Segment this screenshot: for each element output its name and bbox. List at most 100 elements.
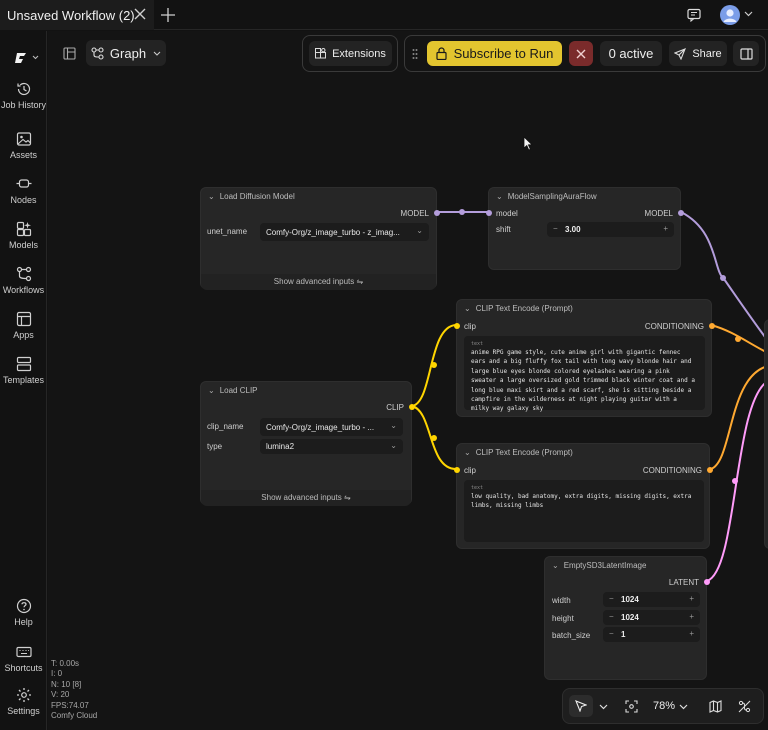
- apps-icon: [16, 311, 31, 327]
- node-title: ModelSamplingAuraFlow: [507, 192, 597, 201]
- type-select[interactable]: lumina2 ⌄: [260, 439, 403, 454]
- user-icon: [723, 9, 737, 22]
- minimap-icon[interactable]: [709, 700, 722, 713]
- node-model-sampling-auraflow[interactable]: ⌄ ModelSamplingAuraFlow model MODEL shift…: [486, 187, 684, 270]
- minus-icon[interactable]: −: [609, 612, 614, 621]
- close-icon: [576, 49, 586, 58]
- minus-icon[interactable]: −: [609, 594, 614, 603]
- plus-icon[interactable]: +: [689, 594, 694, 603]
- sidebar-item-label: Assets: [9, 150, 37, 160]
- sidebar-item-help[interactable]: Help: [0, 598, 47, 627]
- plus-icon[interactable]: [160, 7, 176, 23]
- clip-output-slot[interactable]: [409, 404, 415, 410]
- batch-size-stepper[interactable]: − 1 +: [603, 627, 700, 642]
- clip-input-slot[interactable]: [454, 323, 460, 329]
- unet-name-select[interactable]: Comfy-Org/z_image_turbo - z_imag... ⌄: [260, 223, 429, 241]
- panel-toggle[interactable]: [58, 41, 80, 65]
- chevron-down-icon: ⌄: [390, 421, 397, 430]
- model-output-slot[interactable]: [434, 210, 440, 216]
- sidebar-item-templates[interactable]: Templates: [0, 356, 47, 385]
- sidebar-item-apps[interactable]: Apps: [0, 311, 47, 340]
- chevron-down-icon[interactable]: ⌄: [464, 448, 471, 457]
- sidebar-item-label: Models: [8, 240, 38, 250]
- send-icon: [674, 47, 687, 60]
- node-title: CLIP Text Encode (Prompt): [475, 304, 573, 313]
- node-clip-text-encode-positive[interactable]: ⌄ CLIP Text Encode (Prompt) clip CONDITIO…: [454, 299, 715, 417]
- prompt-textarea[interactable]: text low quality, bad anatomy, extra dig…: [464, 480, 704, 542]
- chevron-down-icon[interactable]: ⌄: [496, 192, 503, 201]
- clip-link-pos-midpoint: [431, 362, 437, 368]
- plus-icon[interactable]: +: [689, 612, 694, 621]
- clip-name-select[interactable]: Comfy-Org/z_image_turbo - ... ⌄: [260, 418, 403, 436]
- clip-input-slot[interactable]: [454, 467, 460, 473]
- chevron-down-icon[interactable]: ⌄: [552, 561, 559, 570]
- right-panel-toggle[interactable]: [733, 41, 759, 66]
- chevron-down-icon[interactable]: ⌄: [208, 386, 215, 395]
- node-title: EmptySD3LatentImage: [563, 561, 647, 570]
- subscribe-label: Subscribe to Run: [453, 46, 554, 61]
- node-empty-sd3-latent-image[interactable]: ⌄ EmptySD3LatentImage LATENT width − 1024…: [544, 556, 710, 680]
- sidebar-item-shortcuts[interactable]: Shortcuts: [0, 644, 47, 673]
- run-group: Subscribe to Run 0 active Share: [404, 35, 766, 72]
- prompt-textarea[interactable]: text anime RPG game style, cute anime gi…: [464, 336, 705, 412]
- zoom-level[interactable]: 78%: [653, 700, 675, 712]
- conditioning-output-slot[interactable]: [709, 323, 715, 329]
- minus-icon[interactable]: −: [609, 629, 614, 638]
- pointer-icon: [575, 700, 587, 712]
- lock-icon: [436, 47, 447, 60]
- chevron-down-icon[interactable]: [679, 704, 688, 710]
- comfy-logo[interactable]: [14, 50, 40, 71]
- output-label: CLIP: [386, 403, 404, 412]
- sidebar-item-workflows[interactable]: Workflows: [0, 266, 47, 295]
- unet-name-value: Comfy-Org/z_image_turbo - z_imag...: [266, 227, 400, 237]
- sidebar-item-settings[interactable]: Settings: [0, 687, 47, 716]
- sidebar-item-label: Help: [14, 617, 33, 627]
- chevron-down-icon[interactable]: [599, 704, 608, 710]
- active-queue-button[interactable]: 0 active: [600, 41, 662, 66]
- chevron-down-icon[interactable]: [744, 11, 753, 17]
- chat-icon[interactable]: [687, 8, 701, 22]
- chevron-down-icon[interactable]: ⌄: [208, 192, 215, 201]
- avatar[interactable]: [720, 5, 740, 25]
- node-clip-text-encode-negative[interactable]: ⌄ CLIP Text Encode (Prompt) clip CONDITIO…: [454, 443, 713, 549]
- latent-output-slot[interactable]: [704, 579, 710, 585]
- model-input-slot[interactable]: [486, 210, 492, 216]
- sidebar-item-job-history[interactable]: Job History: [0, 81, 47, 110]
- node-offscreen[interactable]: [764, 319, 768, 549]
- clip-link-neg-midpoint: [431, 435, 437, 441]
- node-load-clip[interactable]: ⌄ Load CLIP CLIP clip_name Comfy-Org/z_im…: [200, 381, 415, 506]
- sidebar-right-icon: [739, 47, 753, 60]
- chevron-down-icon[interactable]: ⌄: [464, 304, 471, 313]
- chevron-down-icon: ⌄: [416, 226, 423, 235]
- show-advanced-button[interactable]: Show advanced inputs ⇋: [201, 490, 411, 506]
- select-tool-button[interactable]: [569, 695, 593, 717]
- conditioning-link-neg: [710, 365, 768, 470]
- chevron-down-icon: ⌄: [390, 441, 397, 450]
- plus-icon[interactable]: +: [663, 224, 668, 233]
- sidebar-item-nodes[interactable]: Nodes: [0, 176, 47, 205]
- graph-canvas[interactable]: Graph Extensions Subscribe to Run 0 acti…: [48, 31, 768, 730]
- conditioning-output-slot[interactable]: [707, 467, 713, 473]
- sidebar-item-assets[interactable]: Assets: [0, 131, 47, 160]
- advanced-label: Show advanced inputs: [261, 493, 342, 502]
- minus-icon[interactable]: −: [553, 224, 558, 233]
- close-icon[interactable]: [133, 7, 147, 21]
- workflow-tab[interactable]: Unsaved Workflow (2): [0, 0, 154, 30]
- width-stepper[interactable]: − 1024 +: [603, 592, 700, 607]
- height-stepper[interactable]: − 1024 +: [603, 610, 700, 625]
- fit-view-icon[interactable]: [625, 700, 638, 713]
- subscribe-button[interactable]: Subscribe to Run: [427, 41, 562, 66]
- shift-stepper[interactable]: − 3.00 +: [547, 222, 674, 237]
- perf-stats: T: 0.00s I: 0 N: 10 [8] V: 20 FPS:74.07 …: [51, 659, 97, 721]
- hide-links-icon[interactable]: [738, 700, 751, 713]
- node-load-diffusion-model[interactable]: ⌄ Load Diffusion Model MODEL unet_name Co…: [200, 187, 440, 290]
- share-button[interactable]: Share: [669, 41, 727, 66]
- plus-icon[interactable]: +: [689, 629, 694, 638]
- model-output-slot[interactable]: [678, 210, 684, 216]
- show-advanced-button[interactable]: Show advanced inputs ⇋: [201, 274, 436, 290]
- cancel-run-button[interactable]: [569, 41, 593, 66]
- sidebar-item-models[interactable]: Models: [0, 221, 47, 250]
- extensions-button[interactable]: Extensions: [309, 41, 392, 66]
- graph-mode-button[interactable]: Graph: [86, 40, 166, 66]
- drag-handle-icon[interactable]: [412, 48, 418, 60]
